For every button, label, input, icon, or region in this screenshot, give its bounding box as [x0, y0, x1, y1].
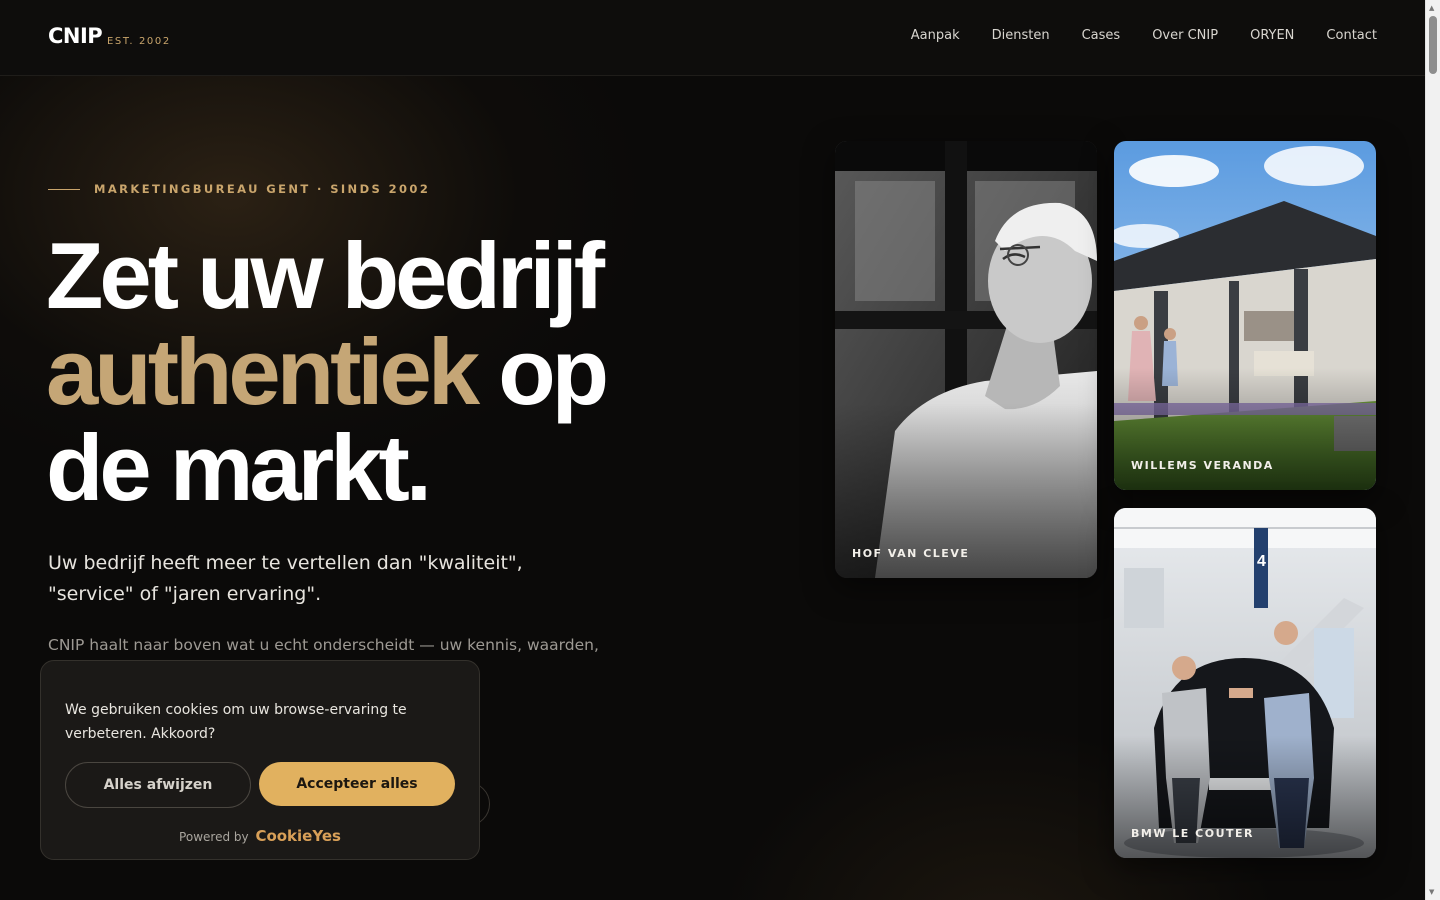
eyebrow-divider	[48, 188, 80, 190]
powered-by-label: Powered by	[179, 830, 249, 844]
headline-line-3: de markt.	[46, 415, 432, 520]
nav-cases[interactable]: Cases	[1082, 28, 1121, 43]
nav-aanpak[interactable]: Aanpak	[911, 28, 960, 43]
cookieyes-logo[interactable]: CookieYes	[255, 827, 341, 845]
cookie-message: We gebruiken cookies om uw browse-ervari…	[65, 702, 407, 742]
hero-lead: Uw bedrijf heeft meer te vertellen dan "…	[48, 552, 523, 605]
scroll-up-arrow-icon[interactable]: ▲	[1429, 4, 1434, 12]
case-label: WILLEMS VERANDA	[1131, 459, 1274, 472]
portrait-photo	[835, 141, 1097, 578]
headline-line-1: Zet uw bedrijf	[46, 223, 605, 328]
case-card-hof-van-cleve[interactable]: HOF VAN CLEVE	[835, 141, 1097, 578]
reject-all-button[interactable]: Alles afwijzen	[65, 762, 251, 808]
headline-accent: authentiek	[46, 319, 480, 424]
scrollbar-thumb[interactable]	[1429, 16, 1437, 74]
case-label: BMW LE COUTER	[1131, 827, 1254, 840]
showroom-photo: 4	[1114, 508, 1376, 858]
case-card-bmw-le-couter[interactable]: 4 BMW LE COUTER	[1114, 508, 1376, 858]
hero-headline: Zet uw bedrijf authentiek op de markt.	[46, 228, 766, 516]
nav-diensten[interactable]: Diensten	[992, 28, 1050, 43]
powered-by: Powered by CookieYes	[41, 827, 479, 845]
eyebrow-text: MARKETINGBUREAU GENT · SINDS 2002	[94, 182, 431, 196]
case-card-willems-veranda[interactable]: WILLEMS VERANDA	[1114, 141, 1376, 490]
nav-contact[interactable]: Contact	[1326, 28, 1377, 43]
case-label: HOF VAN CLEVE	[852, 547, 970, 560]
headline-after-accent: op	[476, 319, 609, 424]
page-scrollbar[interactable]: ▲ ▼	[1425, 0, 1440, 900]
veranda-photo	[1114, 141, 1376, 490]
main-nav: Aanpak Diensten Cases Over CNIP ORYEN Co…	[911, 28, 1377, 43]
nav-oryen[interactable]: ORYEN	[1250, 28, 1294, 43]
accept-all-button[interactable]: Accepteer alles	[259, 762, 455, 806]
logo-established: EST. 2002	[107, 36, 171, 47]
logo[interactable]: CNIP	[48, 24, 103, 48]
scroll-down-arrow-icon[interactable]: ▼	[1429, 888, 1434, 896]
nav-over-cnip[interactable]: Over CNIP	[1152, 28, 1218, 43]
cookie-banner: We gebruiken cookies om uw browse-ervari…	[40, 660, 480, 860]
hero-eyebrow: MARKETINGBUREAU GENT · SINDS 2002	[48, 182, 430, 196]
site-header: CNIP EST. 2002 Aanpak Diensten Cases Ove…	[0, 0, 1425, 76]
